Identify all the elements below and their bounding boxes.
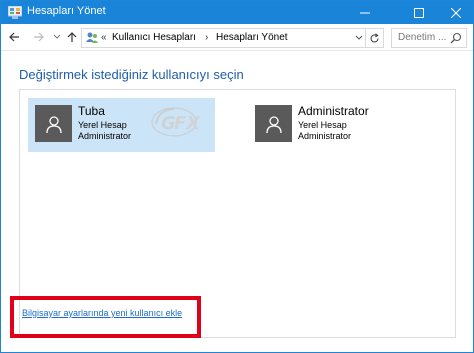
title-bar[interactable]: Hesapları Yönet — [1, 1, 473, 24]
breadcrumb-overflow[interactable]: « — [101, 32, 107, 43]
avatar — [35, 105, 72, 142]
maximize-icon — [414, 7, 424, 18]
maximize-button[interactable] — [401, 1, 437, 24]
user-avatar-icon — [45, 115, 62, 133]
svg-text:G: G — [161, 113, 176, 134]
up-button[interactable] — [64, 29, 80, 45]
recent-locations-button[interactable] — [49, 29, 65, 45]
account-type: Yerel Hesap — [298, 120, 347, 130]
account-role: Administrator — [78, 131, 132, 141]
minimize-button[interactable] — [347, 1, 383, 24]
search-input[interactable]: Denetim ... — [391, 28, 467, 48]
search-placeholder: Denetim ... — [398, 32, 447, 43]
user-tile-tuba[interactable]: Tuba Yerel Hesap Administrator FX G — [28, 98, 215, 152]
breadcrumb-separator[interactable]: › — [205, 32, 208, 43]
close-icon — [451, 7, 461, 18]
refresh-button[interactable] — [365, 28, 383, 48]
breadcrumb-manage-accounts[interactable]: Hesapları Yönet — [216, 32, 288, 43]
minimize-icon — [360, 12, 370, 13]
user-avatar-icon — [265, 115, 282, 133]
chevron-down-icon — [53, 34, 61, 39]
gfx-watermark: FX G — [151, 107, 201, 137]
user-name: Administrator — [298, 104, 369, 118]
forward-arrow-icon — [34, 32, 44, 42]
control-panel-icon — [8, 6, 22, 19]
manage-accounts-window: Hesapları Yönet « Kullanıcı Hesapları › … — [0, 0, 474, 353]
up-arrow-icon — [67, 32, 77, 42]
refresh-icon — [370, 32, 379, 42]
window-title: Hesapları Yönet — [27, 5, 106, 17]
account-type: Yerel Hesap — [78, 120, 127, 130]
navigation-bar: « Kullanıcı Hesapları › Hesapları Yönet … — [1, 24, 473, 51]
highlight-box — [10, 296, 201, 338]
svg-text:FX: FX — [174, 113, 201, 134]
page-heading: Değiştirmek istediğiniz kullanıcıyı seçi… — [19, 67, 244, 82]
close-button[interactable] — [438, 1, 474, 24]
back-arrow-icon — [9, 32, 19, 42]
user-tile-administrator[interactable]: Administrator Yerel Hesap Administrator — [248, 98, 438, 152]
forward-button[interactable] — [31, 29, 47, 45]
chevron-down-icon[interactable] — [354, 33, 364, 43]
user-name: Tuba — [78, 104, 105, 118]
back-button[interactable] — [6, 29, 22, 45]
avatar — [255, 105, 292, 142]
users-icon — [86, 32, 98, 43]
address-bar[interactable]: « Kullanıcı Hesapları › Hesapları Yönet — [81, 28, 384, 48]
breadcrumb-user-accounts[interactable]: Kullanıcı Hesapları — [112, 32, 196, 43]
account-role: Administrator — [298, 131, 352, 141]
search-icon[interactable] — [450, 32, 462, 44]
